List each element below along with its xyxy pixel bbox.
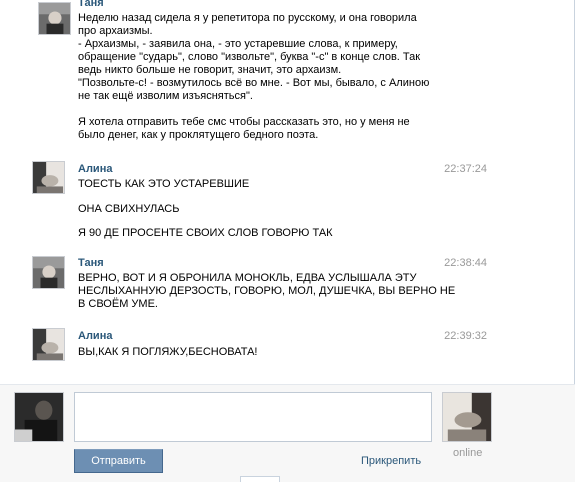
message-author[interactable]: Алина bbox=[78, 330, 112, 342]
message-line: ОНА СВИХНУЛАСЬ bbox=[78, 203, 180, 215]
message-text: ВЕРНО, ВОТ И Я ОБРОНИЛА МОНОКЛЬ, ЕДВА УС… bbox=[78, 272, 458, 311]
avatar-photo-icon bbox=[39, 3, 70, 34]
send-button[interactable]: Отправить bbox=[74, 449, 163, 473]
peer-online-status: online bbox=[453, 447, 483, 459]
attach-link[interactable]: Прикрепить bbox=[361, 455, 421, 467]
message-line: ВЕРНО, ВОТ И Я ОБРОНИЛА МОНОКЛЬ, ЕДВА УС… bbox=[78, 272, 417, 284]
message-author[interactable]: Таня bbox=[78, 0, 104, 9]
message-line: было денег, как у проклятущего бедного п… bbox=[78, 129, 319, 141]
message-text: ВЫ,КАК Я ПОГЛЯЖУ,БЕСНОВАТА! bbox=[78, 346, 458, 359]
message-timestamp: 22:39:32 bbox=[444, 330, 487, 342]
message-author[interactable]: Алина bbox=[78, 163, 112, 175]
message-line: Я хотела отправить тебе смс чтобы расска… bbox=[78, 116, 410, 128]
message-line: В СВОЁМ УМЕ. bbox=[78, 298, 158, 310]
message-text: Неделю назад сидела я у репетитора по ру… bbox=[78, 12, 478, 142]
avatar[interactable] bbox=[32, 161, 65, 194]
message-line: - Архаизмы, - заявила она, - это устарев… bbox=[78, 38, 398, 50]
message-line: НЕСЛЫХАННУЮ ДЕРЗОСТЬ, ГОВОРЮ, МОЛ, ДУШЕЧ… bbox=[78, 285, 456, 297]
message-line: ВЫ,КАК Я ПОГЛЯЖУ,БЕСНОВАТА! bbox=[78, 346, 258, 358]
message-line: "Позвольте-с! - возмутилось всё во мне. … bbox=[78, 77, 430, 89]
message-text: ТОЕСТЬ КАК ЭТО УСТАРЕВШИЕ ОНА СВИХНУЛАСЬ… bbox=[78, 178, 478, 240]
avatar[interactable] bbox=[32, 256, 65, 289]
message-line: Я 90 ДЕ ПРОСЕНТЕ СВОИХ СЛОВ ГОВОРЮ ТАК bbox=[78, 227, 333, 239]
message-timestamp: 22:38:44 bbox=[444, 257, 487, 269]
avatar-photo-icon bbox=[443, 393, 491, 441]
dialog-border bbox=[574, 0, 575, 384]
message-line: про архаизмы. bbox=[78, 25, 153, 37]
message-line: Неделю назад сидела я у репетитора по ру… bbox=[78, 12, 417, 24]
peer-avatar[interactable] bbox=[442, 392, 492, 442]
message-author[interactable]: Таня bbox=[78, 257, 104, 269]
message-timestamp: 22:37:24 bbox=[444, 163, 487, 175]
avatar-photo-icon bbox=[33, 257, 64, 288]
avatar[interactable] bbox=[32, 328, 65, 361]
message-line: обращение "сударь", слово "извольте", бу… bbox=[78, 51, 421, 63]
avatar[interactable] bbox=[38, 2, 71, 35]
avatar-photo-icon bbox=[33, 329, 64, 360]
message-line: ТОЕСТЬ КАК ЭТО УСТАРЕВШИЕ bbox=[78, 178, 250, 190]
message-input[interactable] bbox=[74, 392, 432, 442]
resize-handle[interactable] bbox=[240, 476, 280, 482]
message-line: ведь никто больше не говорит, значит, эт… bbox=[78, 64, 342, 76]
message-line: не так ещё изволим изъясняться". bbox=[78, 90, 253, 102]
my-avatar[interactable] bbox=[14, 392, 64, 442]
avatar-photo-icon bbox=[15, 393, 63, 441]
avatar-photo-icon bbox=[33, 162, 64, 193]
